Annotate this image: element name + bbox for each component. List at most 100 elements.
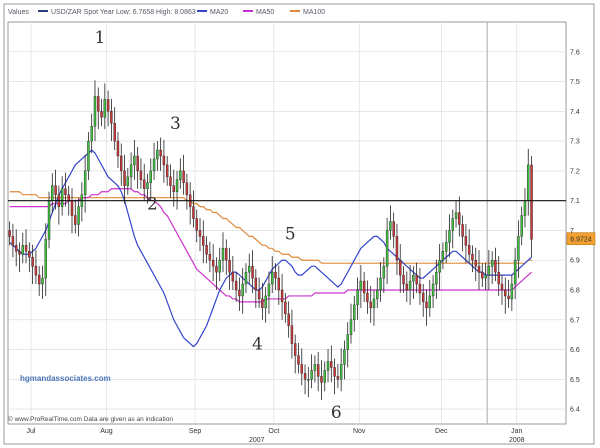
candle-down [277, 277, 281, 291]
candle-up [444, 242, 448, 252]
candle-up [451, 218, 454, 231]
candle-up [517, 236, 520, 261]
candle-down [274, 271, 277, 279]
candle-up [179, 170, 182, 181]
candle-up [408, 280, 412, 291]
legend-label-ma100: MA100 [303, 9, 325, 16]
candle-down [67, 194, 70, 201]
candle-up [359, 280, 363, 291]
candle-up [152, 158, 156, 172]
candle-up [271, 271, 274, 285]
candle-up [175, 179, 179, 192]
y-tick-label: 6.9 [570, 258, 580, 265]
candle-down [507, 295, 510, 300]
x-tick-label: Dec [435, 428, 448, 435]
y-tick-label: 7.2 [570, 168, 580, 175]
candle-up [379, 277, 382, 291]
candle-down [37, 274, 41, 285]
candle-up [218, 260, 221, 273]
y-tick-label: 7.5 [570, 79, 580, 86]
candle-down [504, 289, 507, 297]
candle-up [90, 126, 93, 142]
legend-label-ma50: MA50 [256, 9, 274, 16]
candle-down [418, 283, 422, 294]
candle-up [129, 164, 133, 178]
candle-up [428, 295, 431, 309]
candle-up [146, 182, 149, 189]
candle-down [11, 236, 15, 246]
candle-down [136, 155, 139, 172]
candle-up [264, 295, 267, 309]
candle-down [234, 280, 238, 291]
candle-up [389, 221, 392, 231]
candle-down [172, 185, 175, 192]
candle-down [113, 123, 116, 142]
candle-down [231, 271, 235, 282]
candle-down [110, 111, 113, 124]
year-label: 2007 [249, 437, 265, 444]
candle-up [349, 319, 353, 335]
candle-down [280, 289, 284, 303]
candle-down [74, 215, 77, 225]
candle-down [228, 260, 231, 273]
candle-down [106, 99, 110, 112]
candle-down [28, 251, 31, 258]
candle-down [330, 361, 333, 368]
candle-down [159, 149, 162, 157]
x-tick-label: Jan [511, 428, 522, 435]
candle-down [100, 111, 103, 118]
candle-up [513, 260, 517, 285]
candle-up [267, 283, 271, 297]
candle-up [490, 260, 494, 267]
candle-up [353, 304, 356, 320]
x-tick-label: Sep [189, 428, 202, 435]
candle-down [500, 283, 504, 291]
candle-up [484, 274, 487, 279]
candle-down [198, 230, 202, 237]
candle-down [395, 236, 399, 261]
candle-up [248, 265, 251, 273]
candle-up [412, 274, 415, 282]
candle-down [369, 301, 372, 309]
candle-down [208, 254, 212, 261]
candle-down [215, 265, 218, 273]
y-tick-label: 6.5 [570, 377, 580, 384]
candle-up [441, 251, 445, 261]
candle-up [133, 155, 136, 166]
legend-values-label: Values [8, 9, 29, 16]
wave-label: 3 [170, 114, 181, 134]
y-tick-label: 6.6 [570, 347, 580, 354]
x-tick-label: Aug [100, 428, 113, 435]
candle-up [221, 248, 225, 261]
y-tick-label: 7 [570, 228, 574, 235]
x-tick-label: 2008 [509, 437, 525, 444]
candle-down [195, 218, 198, 231]
candle-up [385, 230, 389, 267]
candle-down [120, 155, 123, 172]
candle-down [143, 179, 146, 189]
candle-up [326, 361, 330, 371]
candle-up [435, 271, 438, 285]
candle-down [422, 292, 425, 303]
candle-down [14, 245, 18, 252]
candle-up [103, 99, 107, 118]
candle-down [320, 376, 323, 383]
candle-down [202, 236, 205, 246]
candle-down [8, 230, 11, 237]
y-tick-label: 7.6 [570, 49, 580, 56]
candle-down [287, 313, 290, 326]
candle-up [343, 349, 346, 365]
candle-up [520, 215, 523, 237]
candle-down [405, 283, 409, 291]
wave-label: 4 [252, 335, 263, 355]
candle-down [297, 355, 300, 365]
candle-down [293, 343, 297, 356]
candle-up [21, 245, 24, 255]
candle-down [123, 170, 126, 186]
candle-up [313, 364, 317, 371]
candle-up [510, 283, 514, 300]
candle-down [461, 224, 464, 237]
candle-down [494, 260, 497, 273]
y-tick-label: 6.4 [570, 407, 580, 414]
candle-up [93, 96, 97, 127]
